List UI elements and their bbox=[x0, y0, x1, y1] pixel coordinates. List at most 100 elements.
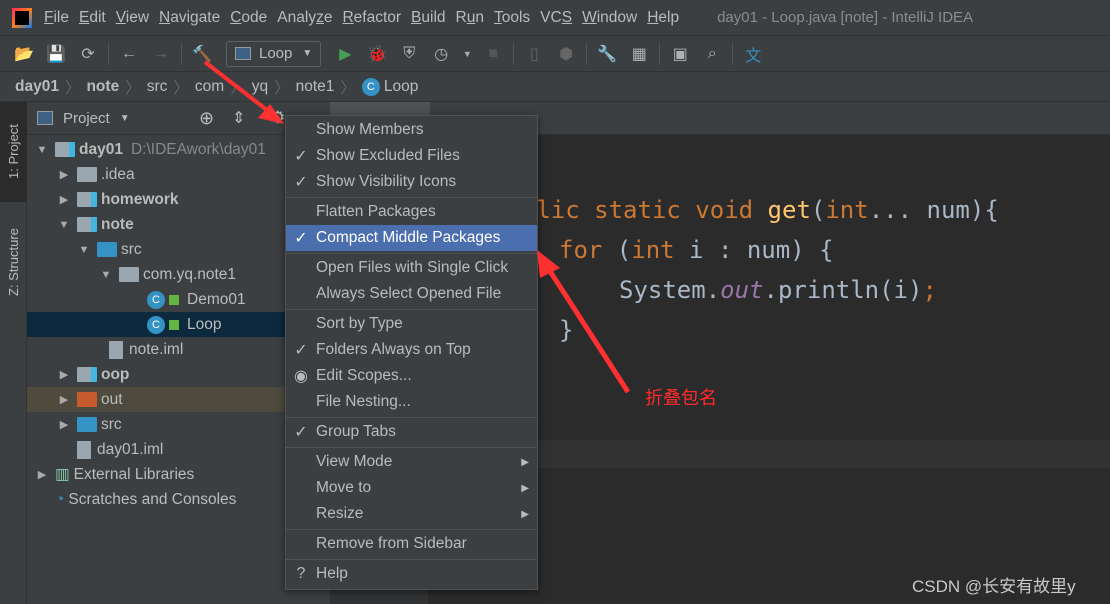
java-class-icon: C bbox=[361, 77, 380, 96]
menu-item[interactable]: View Mode ▶ bbox=[286, 449, 537, 475]
run-config-select[interactable]: Loop ▼ bbox=[226, 40, 322, 67]
menu-item[interactable]: File bbox=[44, 9, 69, 27]
chevron-down-icon[interactable]: ▼ bbox=[120, 113, 130, 124]
expand-right-icon[interactable]: ▶ bbox=[57, 168, 71, 181]
menu-separator bbox=[286, 197, 537, 198]
code-line: } bbox=[559, 316, 574, 344]
radio-icon: ◉ bbox=[294, 368, 308, 385]
tree-item-path: D:\IDEAwork\day01 bbox=[130, 140, 266, 158]
menu-item[interactable]: ✓ Compact Middle Packages bbox=[286, 225, 537, 251]
window-title: day01 - Loop.java [note] - IntelliJ IDEA bbox=[717, 9, 974, 26]
breadcrumb-item[interactable]: note1 bbox=[296, 78, 335, 96]
menu-item[interactable]: Remove from Sidebar bbox=[286, 531, 537, 557]
module-folder-icon bbox=[77, 217, 97, 232]
menu-item[interactable]: Tools bbox=[494, 9, 530, 27]
libraries-icon: ▥ bbox=[55, 466, 70, 483]
breadcrumb-item[interactable]: day01 bbox=[15, 78, 59, 96]
expand-down-icon[interactable]: ▼ bbox=[35, 144, 49, 156]
lock-icon bbox=[169, 294, 179, 305]
expand-right-icon[interactable]: ▶ bbox=[57, 193, 71, 206]
menu-item[interactable]: Move to ▶ bbox=[286, 475, 537, 501]
menu-item[interactable]: Always Select Opened File bbox=[286, 281, 537, 307]
breadcrumb-item[interactable]: Loop bbox=[384, 78, 418, 96]
tree-item-label: day01.iml bbox=[97, 440, 164, 458]
profile-icon[interactable]: ◷ bbox=[430, 43, 452, 65]
expand-right-icon[interactable]: ▶ bbox=[57, 393, 71, 406]
open-folder-icon[interactable]: 📂 bbox=[13, 43, 35, 65]
sdk-icon[interactable]: ⬢ bbox=[555, 43, 577, 65]
device-icon[interactable]: ▯ bbox=[523, 43, 545, 65]
menu-item[interactable]: ✓ Folders Always on Top bbox=[286, 337, 537, 363]
menu-item[interactable]: ✓ Group Tabs bbox=[286, 419, 537, 445]
menu-item[interactable]: Edit bbox=[79, 9, 106, 27]
tree-item-label: com.yq.note1 bbox=[143, 265, 237, 283]
breadcrumb-item[interactable]: yq bbox=[252, 78, 268, 96]
stop-icon[interactable]: ■ bbox=[482, 43, 504, 65]
menu-item[interactable]: ◉ Edit Scopes... bbox=[286, 363, 537, 389]
project-structure-icon[interactable]: ▦ bbox=[628, 43, 650, 65]
menu-item[interactable]: VCS bbox=[540, 9, 572, 27]
menu-item-label: Sort by Type bbox=[316, 315, 403, 332]
checkmark-icon: ✓ bbox=[294, 424, 308, 441]
debug-icon[interactable]: 🐞 bbox=[366, 43, 388, 65]
breadcrumb-item[interactable]: src bbox=[147, 78, 168, 96]
tree-item-label: out bbox=[101, 390, 123, 408]
tab-project[interactable]: 1: Project bbox=[0, 102, 27, 202]
scratches-icon: ◔ bbox=[55, 490, 65, 508]
menu-item[interactable]: ✓ Show Visibility Icons bbox=[286, 169, 537, 195]
menu-item[interactable]: Refactor bbox=[342, 9, 401, 27]
expand-down-icon[interactable]: ▼ bbox=[57, 219, 71, 231]
menu-item[interactable]: Analyze bbox=[277, 9, 332, 27]
tree-item-label: External Libraries bbox=[73, 465, 195, 483]
back-icon[interactable]: ← bbox=[118, 43, 140, 65]
sync-icon[interactable]: ⟳ bbox=[77, 43, 99, 65]
lock-icon bbox=[169, 319, 179, 330]
tab-structure[interactable]: Z: Structure bbox=[0, 212, 27, 312]
breadcrumb-item[interactable]: note bbox=[86, 78, 119, 96]
menu-item[interactable]: Window bbox=[582, 9, 637, 27]
menu-item[interactable]: Help bbox=[647, 9, 679, 27]
expand-right-icon[interactable]: ▶ bbox=[35, 468, 49, 481]
menu-item[interactable]: Show Members bbox=[286, 117, 537, 143]
expand-down-icon[interactable]: ▼ bbox=[77, 244, 91, 256]
menu-item[interactable]: Resize ▶ bbox=[286, 501, 537, 527]
terminal-icon[interactable]: ▣ bbox=[669, 43, 691, 65]
menu-item[interactable]: Sort by Type bbox=[286, 311, 537, 337]
coverage-icon[interactable]: ⛨ bbox=[398, 43, 420, 65]
menu-item-label: Compact Middle Packages bbox=[316, 229, 501, 246]
menu-item-label: Flatten Packages bbox=[316, 203, 436, 220]
project-view-select[interactable]: Project bbox=[63, 110, 110, 127]
menu-item-label: Show Visibility Icons bbox=[316, 173, 457, 190]
expand-down-icon[interactable]: ▼ bbox=[99, 269, 113, 281]
iml-file-icon bbox=[109, 340, 123, 359]
menu-item[interactable]: Run bbox=[456, 9, 484, 27]
forward-icon[interactable]: → bbox=[150, 43, 172, 65]
breadcrumb-item[interactable]: com bbox=[195, 78, 224, 96]
menu-separator bbox=[286, 559, 537, 560]
module-folder-icon bbox=[77, 367, 97, 382]
menu-item[interactable]: Build bbox=[411, 9, 445, 27]
expand-right-icon[interactable]: ▶ bbox=[57, 368, 71, 381]
locate-icon[interactable]: ⊕ bbox=[199, 108, 214, 129]
build-hammer-icon[interactable]: 🔨 bbox=[191, 43, 213, 65]
collapse-all-icon[interactable]: ⇕ bbox=[232, 108, 245, 128]
menu-item[interactable]: File Nesting... bbox=[286, 389, 537, 415]
settings-wrench-icon[interactable]: 🔧 bbox=[596, 43, 618, 65]
run-icon[interactable]: ▶ bbox=[334, 43, 356, 65]
save-icon[interactable]: 💾 bbox=[45, 43, 67, 65]
gear-icon[interactable]: ⚙ bbox=[270, 108, 285, 128]
menu-item[interactable]: ? Help bbox=[286, 561, 537, 587]
chevron-down-icon[interactable]: ▼ bbox=[462, 43, 472, 65]
menu-item[interactable]: Open Files with Single Click bbox=[286, 255, 537, 281]
java-class-icon: C bbox=[147, 290, 165, 309]
menu-item[interactable]: Flatten Packages bbox=[286, 199, 537, 225]
translate-icon[interactable]: 文 bbox=[742, 43, 764, 65]
menu-item-label: Folders Always on Top bbox=[316, 341, 471, 358]
search-icon[interactable]: ⌕ bbox=[701, 43, 723, 65]
menu-item[interactable]: Code bbox=[230, 9, 267, 27]
menu-item[interactable]: ✓ Show Excluded Files bbox=[286, 143, 537, 169]
menu-item[interactable]: View bbox=[116, 9, 149, 27]
menu-bar: File Edit View Navigate Code Analyze Refactor B… bbox=[0, 0, 1110, 36]
menu-item[interactable]: Navigate bbox=[159, 9, 220, 27]
expand-right-icon[interactable]: ▶ bbox=[57, 418, 71, 431]
